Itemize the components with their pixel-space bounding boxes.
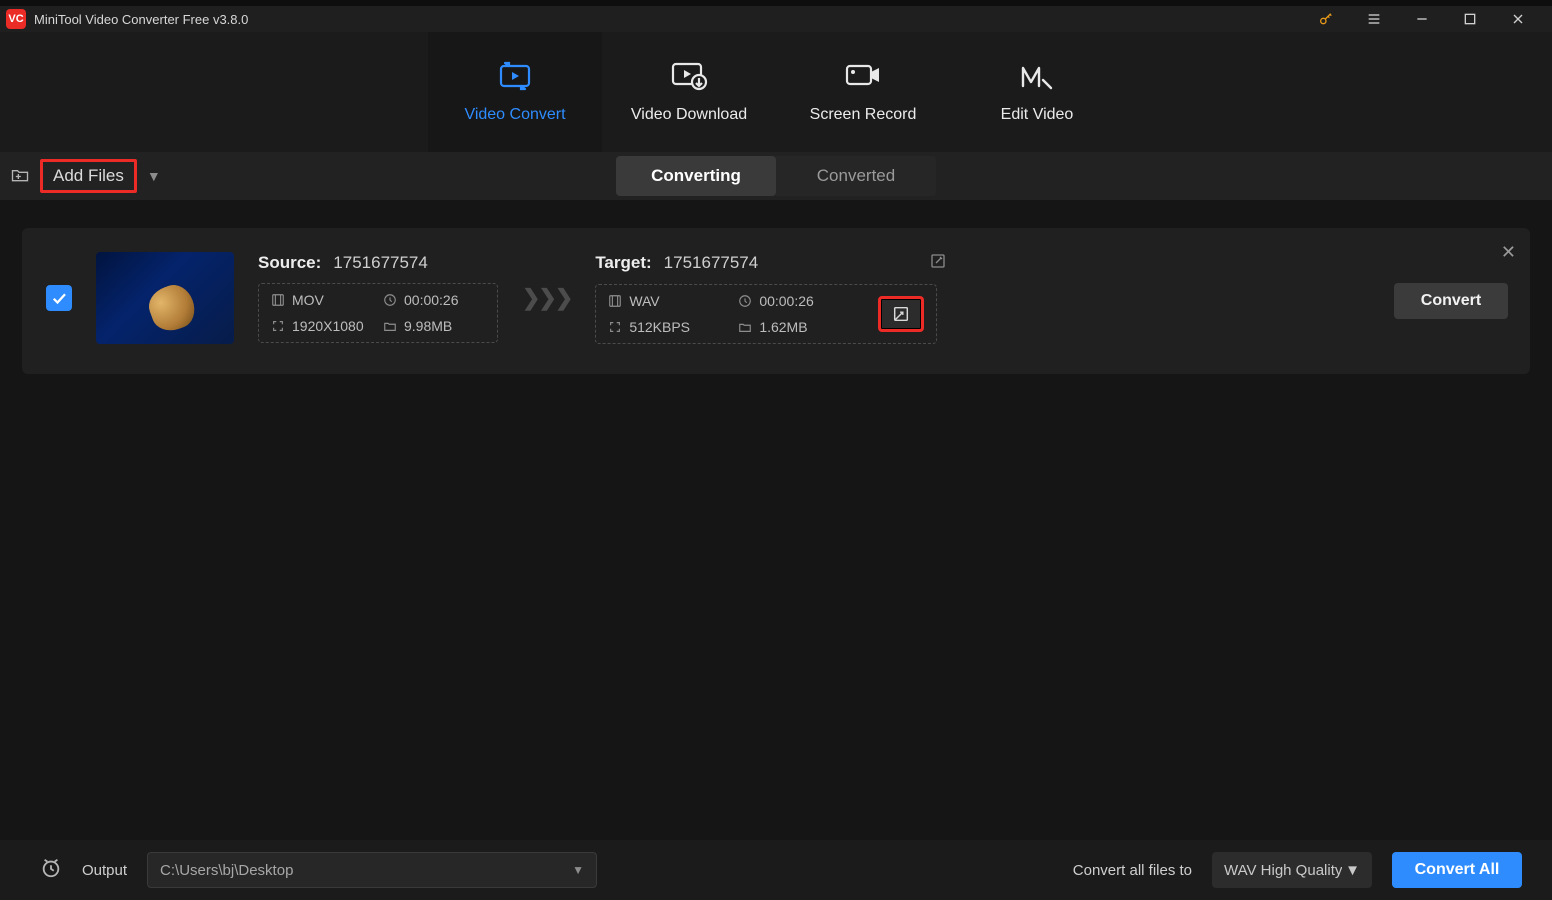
- tab-video-convert[interactable]: Video Convert: [428, 32, 602, 152]
- source-format: MOV: [271, 292, 373, 308]
- tab-screen-record-label: Screen Record: [810, 106, 917, 124]
- hamburger-menu-icon[interactable]: [1350, 3, 1398, 35]
- upgrade-key-icon[interactable]: [1302, 3, 1350, 35]
- target-bitrate: 512KBPS: [608, 319, 728, 335]
- source-filename: 1751677574: [333, 253, 428, 273]
- target-settings-button[interactable]: [878, 296, 924, 332]
- window-maximize-icon[interactable]: [1446, 3, 1494, 35]
- title-bar: VC MiniTool Video Converter Free v3.8.0: [0, 0, 1552, 32]
- tab-video-convert-label: Video Convert: [464, 106, 565, 124]
- tab-screen-record[interactable]: Screen Record: [776, 32, 950, 152]
- target-block: Target: 1751677574 WAV 00:00:26: [595, 253, 946, 344]
- source-spec-box: MOV 00:00:26 1920X1080 9.98MB: [258, 283, 498, 343]
- source-resolution: 1920X1080: [271, 318, 373, 334]
- target-filename: 1751677574: [664, 253, 759, 273]
- main-area: Source: 1751677574 MOV 00:00:26 1920X108…: [0, 200, 1552, 840]
- tab-video-download-label: Video Download: [631, 106, 747, 124]
- target-spec-box: WAV 00:00:26 512KBPS 1.62MB: [595, 284, 937, 344]
- target-label: Target:: [595, 253, 651, 273]
- conversion-item: Source: 1751677574 MOV 00:00:26 1920X108…: [22, 228, 1530, 374]
- output-path-value: C:\Users\bj\Desktop: [160, 862, 293, 879]
- output-path-select[interactable]: C:\Users\bj\Desktop ▼: [147, 852, 597, 888]
- remove-item-icon[interactable]: ✕: [1501, 242, 1516, 263]
- tab-edit-video[interactable]: Edit Video: [950, 32, 1124, 152]
- preset-select[interactable]: WAV High Quality ▼: [1212, 852, 1372, 888]
- top-nav: Video Convert Video Download Screen Reco…: [0, 32, 1552, 152]
- window-close-icon[interactable]: [1494, 3, 1542, 35]
- schedule-icon[interactable]: [40, 857, 62, 883]
- convert-button[interactable]: Convert: [1394, 283, 1508, 319]
- footer: Output C:\Users\bj\Desktop ▼ Convert all…: [0, 840, 1552, 900]
- video-convert-icon: [495, 60, 535, 92]
- rename-icon[interactable]: [930, 253, 946, 274]
- app-logo: VC: [6, 9, 26, 29]
- chevron-down-icon: ▼: [572, 863, 584, 877]
- tab-video-download[interactable]: Video Download: [602, 32, 776, 152]
- add-files-label: Add Files: [40, 159, 137, 193]
- output-label: Output: [82, 862, 127, 879]
- tab-edit-video-label: Edit Video: [1001, 106, 1074, 124]
- add-files-icon: [10, 165, 30, 188]
- source-block: Source: 1751677574 MOV 00:00:26 1920X108…: [258, 253, 498, 343]
- target-duration: 00:00:26: [738, 293, 858, 309]
- add-files-dropdown-icon[interactable]: ▼: [147, 168, 161, 184]
- target-format: WAV: [608, 293, 728, 309]
- preset-value: WAV High Quality: [1224, 862, 1342, 879]
- subtab-converting[interactable]: Converting: [616, 156, 776, 196]
- subtab-converted[interactable]: Converted: [776, 156, 936, 196]
- edit-video-icon: [1017, 60, 1057, 92]
- arrows-icon: ❯❯❯: [522, 285, 571, 311]
- toolbar: Add Files ▼ Converting Converted: [0, 152, 1552, 200]
- add-files-button[interactable]: Add Files ▼: [10, 159, 161, 193]
- target-size: 1.62MB: [738, 319, 858, 335]
- source-duration: 00:00:26: [383, 292, 485, 308]
- video-thumbnail[interactable]: [96, 252, 234, 344]
- subtabs: Converting Converted: [616, 156, 936, 196]
- chevron-down-icon: ▼: [1345, 862, 1360, 879]
- screen-record-icon: [843, 60, 883, 92]
- window-minimize-icon[interactable]: [1398, 3, 1446, 35]
- convert-all-to-label: Convert all files to: [1073, 862, 1192, 879]
- item-checkbox[interactable]: [46, 285, 72, 311]
- app-title: MiniTool Video Converter Free v3.8.0: [34, 12, 248, 27]
- video-download-icon: [669, 60, 709, 92]
- convert-all-button[interactable]: Convert All: [1392, 852, 1522, 888]
- source-label: Source:: [258, 253, 321, 273]
- source-size: 9.98MB: [383, 318, 485, 334]
